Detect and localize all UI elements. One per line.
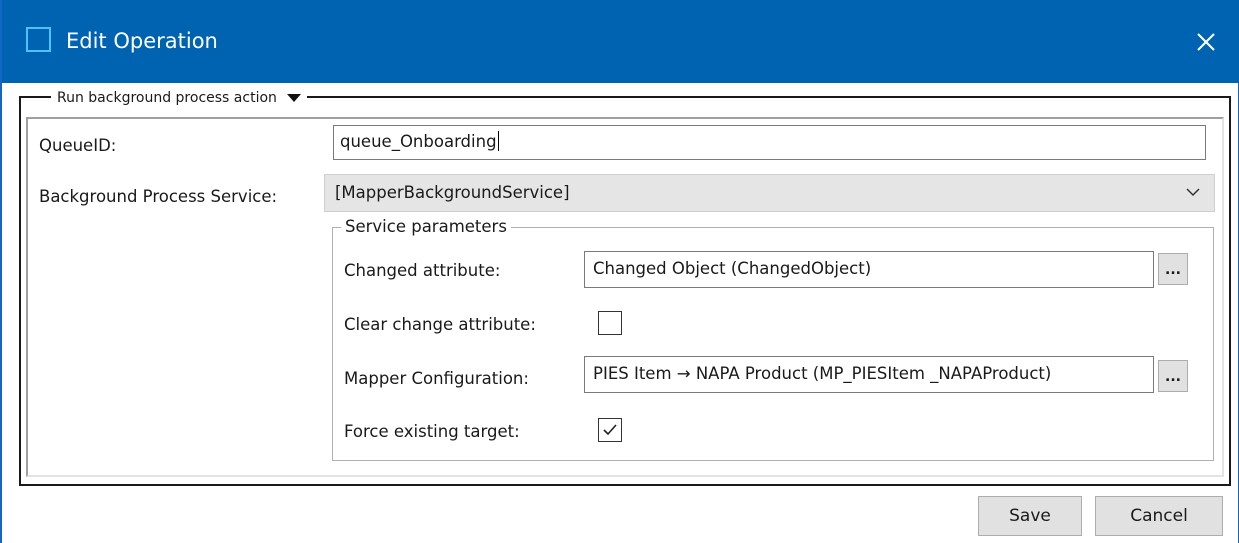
text-caret [497, 131, 499, 151]
clear-change-attribute-checkbox[interactable] [598, 311, 622, 335]
queue-id-label: QueueID: [39, 136, 117, 155]
changed-attribute-label: Changed attribute: [344, 261, 501, 280]
dialog-title: Edit Operation [66, 29, 218, 53]
changed-attribute-field[interactable]: Changed Object (ChangedObject) [584, 251, 1154, 288]
action-group-legend[interactable]: Run background process action [51, 89, 307, 107]
background-service-selected: [MapperBackgroundService] [335, 183, 570, 202]
action-group-legend-label: Run background process action [57, 90, 277, 106]
save-button[interactable]: Save [978, 496, 1082, 536]
mapper-configuration-value: PIES Item → NAPA Product (MP_PIESItem _N… [593, 364, 1052, 383]
service-parameters-legend: Service parameters [341, 216, 511, 238]
background-service-label: Background Process Service: [39, 187, 278, 206]
mapper-configuration-field[interactable]: PIES Item → NAPA Product (MP_PIESItem _N… [584, 356, 1154, 393]
chevron-down-icon [1186, 188, 1200, 197]
cancel-button[interactable]: Cancel [1095, 496, 1223, 536]
changed-attribute-value: Changed Object (ChangedObject) [593, 259, 872, 278]
queue-id-value: queue_Onboarding [340, 132, 497, 151]
force-existing-target-checkbox[interactable] [598, 418, 622, 442]
mapper-configuration-label: Mapper Configuration: [344, 369, 529, 388]
edit-operation-dialog: Edit Operation Run background process ac… [0, 0, 1239, 543]
force-existing-target-label: Force existing target: [344, 422, 520, 441]
mapper-configuration-browse-button[interactable]: ... [1158, 360, 1188, 392]
close-button[interactable] [1171, 0, 1239, 83]
title-bar: Edit Operation [2, 0, 1239, 83]
changed-attribute-browse-button[interactable]: ... [1158, 253, 1188, 285]
clear-change-attribute-label: Clear change attribute: [344, 315, 536, 334]
triangle-down-icon [286, 94, 301, 102]
queue-id-input[interactable]: queue_Onboarding [333, 125, 1206, 160]
checkmark-icon [603, 424, 617, 436]
close-icon [1197, 32, 1215, 51]
background-service-select[interactable]: [MapperBackgroundService] [324, 174, 1215, 212]
window-app-icon [26, 27, 51, 52]
